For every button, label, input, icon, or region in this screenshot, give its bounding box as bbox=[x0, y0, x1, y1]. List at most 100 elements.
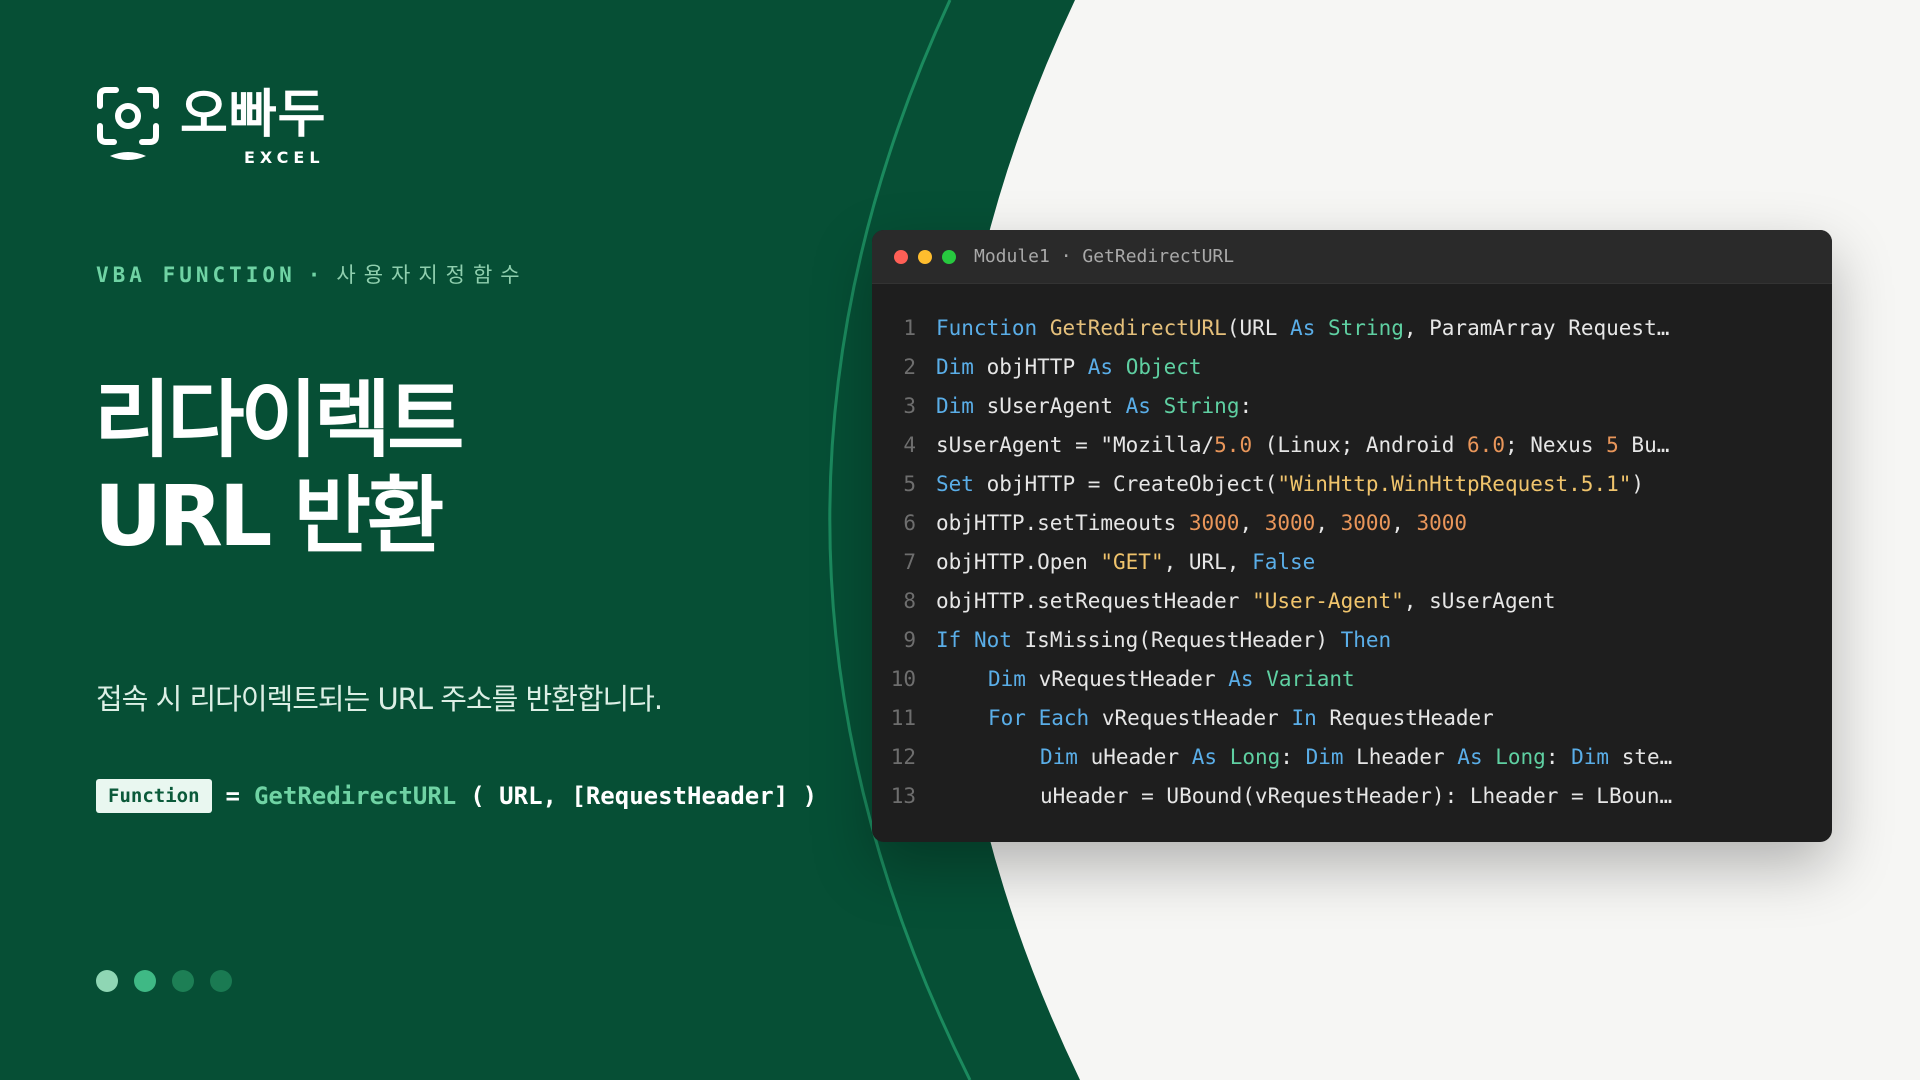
line-source: Dim uHeader As Long: Dim Lheader As Long… bbox=[936, 745, 1672, 769]
title-line-1: 리다이렉트 bbox=[94, 371, 464, 469]
code-token: Bu… bbox=[1618, 432, 1670, 457]
code-token: (URL bbox=[1226, 315, 1291, 340]
line-source: If Not IsMissing(RequestHeader) Then bbox=[936, 628, 1391, 652]
line-source: Dim sUserAgent As String: bbox=[936, 394, 1252, 418]
page-dot-icon[interactable] bbox=[172, 970, 194, 992]
code-body[interactable]: 1 Function GetRedirectURL(URL As String, … bbox=[872, 284, 1832, 815]
code-token: Dim bbox=[1040, 744, 1078, 769]
code-token: 3000 bbox=[1264, 510, 1316, 535]
line-number: 12 bbox=[890, 744, 916, 769]
brand-name: 오빠두 bbox=[180, 85, 327, 145]
code-token: Dim bbox=[1571, 744, 1610, 769]
code-token: GetRedirectURL bbox=[1049, 315, 1227, 340]
code-token: sUserAgent = "Mozilla/ bbox=[936, 432, 1215, 457]
code-token: Function bbox=[936, 315, 1038, 340]
editor-title-bar: Module1 · GetRedirectURL bbox=[872, 230, 1832, 284]
code-token: Variant bbox=[1266, 666, 1355, 691]
code-token: 5.0 bbox=[1214, 432, 1253, 457]
code-token: As bbox=[1290, 315, 1316, 340]
minimize-dot-icon[interactable] bbox=[918, 249, 932, 264]
syntax-equals: = bbox=[225, 782, 240, 810]
code-token: For bbox=[988, 705, 1026, 730]
code-token: uHeader bbox=[1077, 744, 1192, 769]
code-token: As bbox=[1191, 744, 1218, 769]
code-token: objHTTP.setTimeouts bbox=[936, 510, 1189, 535]
category-label: VBA FUNCTION · 사용자지정함수 bbox=[96, 259, 528, 289]
code-line: 4 sUserAgent = "Mozilla/5.0 (Linux; Andro… bbox=[872, 425, 1832, 464]
code-token: , URL, bbox=[1163, 549, 1253, 574]
code-token: As bbox=[1457, 744, 1483, 769]
function-syntax: Function = GetRedirectURL ( URL, [Reques… bbox=[96, 779, 817, 813]
line-source: Dim vRequestHeader As Variant bbox=[936, 667, 1355, 691]
code-token: (Linux; Android bbox=[1252, 432, 1468, 457]
code-token: ) bbox=[1631, 471, 1645, 496]
close-dot-icon[interactable] bbox=[894, 249, 908, 264]
line-number: 9 bbox=[903, 627, 916, 652]
page-dot-icon[interactable] bbox=[134, 970, 156, 992]
code-token: vRequestHeader bbox=[1025, 666, 1229, 691]
function-badge: Function bbox=[96, 779, 212, 813]
code-line: 7 objHTTP.Open "GET", URL, False bbox=[872, 542, 1832, 581]
line-source: For Each vRequestHeader In RequestHeader bbox=[936, 706, 1494, 730]
code-line: 5 Set objHTTP = CreateObject("WinHttp.Win… bbox=[872, 464, 1832, 503]
code-token: Dim bbox=[936, 393, 974, 418]
maximize-dot-icon[interactable] bbox=[942, 249, 956, 264]
code-token: Dim bbox=[988, 666, 1026, 691]
code-token: 3000 bbox=[1416, 510, 1468, 535]
code-token: 3000 bbox=[1188, 510, 1240, 535]
code-token: If bbox=[936, 627, 962, 652]
code-token: uHeader = UBound(vRequestHeader): Lheade… bbox=[1040, 783, 1673, 808]
page-title: 리다이렉트 URL 반환 bbox=[94, 371, 464, 565]
line-number: 3 bbox=[903, 393, 916, 418]
code-token: : bbox=[1545, 744, 1572, 769]
page-dot-icon[interactable] bbox=[96, 970, 118, 992]
code-line: 2 Dim objHTTP As Object bbox=[872, 347, 1832, 386]
code-token: Then bbox=[1340, 627, 1392, 652]
code-line: 8 objHTTP.setRequestHeader "User-Agent", … bbox=[872, 581, 1832, 620]
code-token: As bbox=[1087, 354, 1114, 379]
syntax-arguments: ( URL, [RequestHeader] ) bbox=[470, 782, 818, 810]
line-source: objHTTP.Open "GET", URL, False bbox=[936, 550, 1315, 574]
code-token: , bbox=[1239, 510, 1265, 535]
code-line: 6 objHTTP.setTimeouts 3000, 3000, 3000, 3… bbox=[872, 503, 1832, 542]
code-token: , bbox=[1391, 510, 1417, 535]
code-token: "User-Agent" bbox=[1252, 588, 1404, 613]
code-token: vRequestHeader bbox=[1089, 705, 1292, 730]
code-token: objHTTP.Open bbox=[936, 549, 1101, 574]
pagination-dots bbox=[96, 970, 248, 992]
code-token: : bbox=[1280, 744, 1306, 769]
code-token: "GET" bbox=[1100, 549, 1164, 574]
code-line: 12 Dim uHeader As Long: Dim Lheader As Lo… bbox=[872, 737, 1832, 776]
line-number: 6 bbox=[903, 510, 916, 535]
category-ko: 사용자지정함수 bbox=[336, 263, 528, 287]
category-en: VBA FUNCTION bbox=[96, 263, 296, 287]
code-token: objHTTP.setRequestHeader bbox=[936, 588, 1253, 613]
code-token: IsMissing(RequestHeader) bbox=[1011, 627, 1341, 652]
code-token: In bbox=[1291, 705, 1317, 730]
code-token: , sUserAgent bbox=[1403, 588, 1556, 613]
line-number: 8 bbox=[903, 588, 916, 613]
line-source: Set objHTTP = CreateObject("WinHttp.WinH… bbox=[936, 472, 1644, 496]
line-number: 10 bbox=[890, 666, 916, 691]
code-token: ; Nexus bbox=[1504, 432, 1607, 457]
page-dot-icon[interactable] bbox=[210, 970, 232, 992]
code-token: Long bbox=[1495, 744, 1546, 769]
code-token: sUserAgent bbox=[973, 393, 1126, 418]
code-token: Object bbox=[1125, 354, 1202, 379]
title-line-2: URL 반환 bbox=[94, 467, 444, 565]
code-token: objHTTP = CreateObject( bbox=[973, 471, 1278, 496]
code-token: String bbox=[1163, 393, 1240, 418]
line-number: 5 bbox=[903, 471, 916, 496]
line-number: 7 bbox=[903, 549, 916, 574]
code-token: : bbox=[1239, 393, 1253, 418]
code-token: String bbox=[1328, 315, 1404, 340]
code-token: As bbox=[1228, 666, 1254, 691]
code-token: Each bbox=[1038, 705, 1090, 730]
code-token: objHTTP bbox=[973, 354, 1088, 379]
